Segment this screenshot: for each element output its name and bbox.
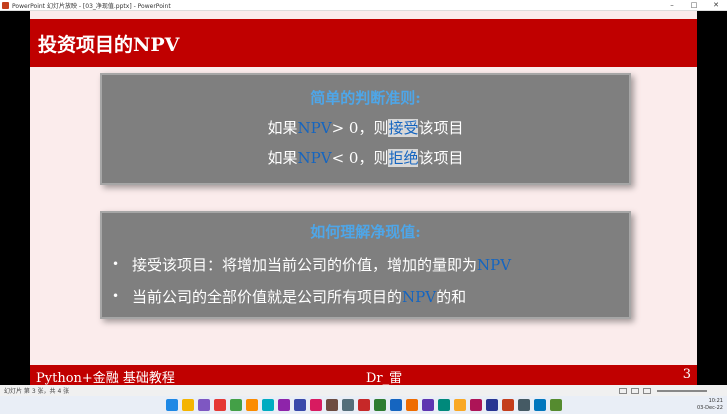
clock-date: 03-Dec-22	[696, 405, 723, 411]
taskbar-app-icon[interactable]	[341, 399, 354, 411]
rule-text: 如果	[267, 149, 298, 167]
slide-header-bar: 投资项目的NPV	[30, 19, 697, 67]
bullet-item: • 当前公司的全部价值就是公司所有项目的NPV的和	[112, 280, 629, 312]
npv-meaning-heading: 如何理解净现值:	[310, 223, 421, 241]
taskbar-app-icon[interactable]	[453, 399, 466, 411]
bullet-text-main: 当前公司的全部价值就是公司所有项目的	[132, 287, 403, 306]
bullet-text-main: 接受该项目：将增加当前公司的价值，增加的量即为	[132, 255, 478, 274]
taskbar-app-icon[interactable]	[165, 399, 178, 411]
slide-sorter-icon[interactable]	[631, 387, 639, 394]
slide-counter: 幻灯片 第 3 张，共 4 张	[4, 388, 70, 395]
bullet-icon: •	[112, 289, 120, 303]
bullet-text: 当前公司的全部价值就是公司所有项目的NPV的和	[132, 286, 466, 307]
reading-view-icon[interactable]	[643, 387, 651, 394]
taskbar-app-icon[interactable]	[549, 399, 562, 411]
footer-page-number: 3	[682, 367, 691, 382]
clock-time: 10:21	[708, 398, 723, 404]
letterbox-right	[697, 11, 727, 385]
taskbar-app-icon[interactable]	[437, 399, 450, 411]
taskbar-app-icon[interactable]	[405, 399, 418, 411]
windows-taskbar: 10:21 03-Dec-22	[0, 396, 727, 414]
bullet-text-tail: 的和	[436, 287, 467, 306]
letterbox-left	[0, 11, 30, 385]
decision-rule-box: 简单的判断准则: 如果NPV> 0，则接受该项目 如果NPV< 0，则拒绝该项目	[100, 73, 631, 185]
taskbar-app-icon[interactable]	[293, 399, 306, 411]
rule-text: 该项目	[418, 119, 464, 137]
accept-keyword: 接受	[388, 119, 419, 137]
footer-author: Dr_雷	[366, 371, 403, 385]
zoom-slider[interactable]	[657, 389, 707, 392]
window-title: PowerPoint 幻灯片放映 - [03_净现值.pptx] - Power…	[12, 2, 171, 10]
taskbar-app-icon[interactable]	[373, 399, 386, 411]
taskbar-app-icon[interactable]	[213, 399, 226, 411]
close-button[interactable]: ✕	[705, 0, 727, 11]
bullet-item: • 接受该项目：将增加当前公司的价值，增加的量即为NPV	[112, 248, 629, 280]
rule-text: 该项目	[418, 149, 464, 167]
taskbar-app-icon[interactable]	[245, 399, 258, 411]
decision-rule-heading: 简单的判断准则:	[310, 89, 421, 107]
status-bar: 幻灯片 第 3 张，共 4 张	[0, 385, 727, 396]
taskbar-app-icon[interactable]	[325, 399, 338, 411]
rule-reject-line: 如果NPV< 0，则拒绝该项目	[102, 147, 629, 168]
taskbar-app-icon[interactable]	[421, 399, 434, 411]
slide-title: 投资项目的NPV	[38, 33, 180, 56]
taskbar-app-icon[interactable]	[261, 399, 274, 411]
rule-text: < 0，则	[331, 149, 389, 167]
taskbar-app-icon[interactable]	[533, 399, 546, 411]
window-titlebar: PowerPoint 幻灯片放映 - [03_净现值.pptx] - Power…	[0, 0, 727, 11]
taskbar-app-icon[interactable]	[181, 399, 194, 411]
taskbar-icons	[165, 399, 562, 411]
taskbar-app-icon[interactable]	[469, 399, 482, 411]
reject-keyword: 拒绝	[388, 149, 419, 167]
taskbar-app-icon[interactable]	[501, 399, 514, 411]
slide[interactable]: 投资项目的NPV 简单的判断准则: 如果NPV> 0，则接受该项目 如果NPV<…	[30, 11, 697, 385]
taskbar-app-icon[interactable]	[229, 399, 242, 411]
npv-term: NPV	[297, 149, 332, 167]
maximize-button[interactable]: □	[683, 0, 705, 11]
footer-course-name: Python+金融 基础教程	[36, 371, 175, 385]
taskbar-app-icon[interactable]	[309, 399, 322, 411]
system-tray-clock[interactable]: 10:21 03-Dec-22	[697, 398, 723, 412]
taskbar-app-icon[interactable]	[485, 399, 498, 411]
minimize-button[interactable]: –	[661, 0, 683, 11]
powerpoint-icon	[2, 1, 9, 9]
bullet-icon: •	[112, 257, 120, 271]
npv-meaning-box: 如何理解净现值: • 接受该项目：将增加当前公司的价值，增加的量即为NPV • …	[100, 211, 631, 319]
taskbar-app-icon[interactable]	[277, 399, 290, 411]
npv-term: NPV	[402, 287, 437, 306]
view-buttons	[619, 387, 651, 394]
rule-text: > 0，则	[331, 119, 389, 137]
normal-view-icon[interactable]	[619, 387, 627, 394]
rule-accept-line: 如果NPV> 0，则接受该项目	[102, 117, 629, 138]
npv-term: NPV	[477, 255, 512, 274]
rule-text: 如果	[267, 119, 298, 137]
taskbar-app-icon[interactable]	[357, 399, 370, 411]
taskbar-app-icon[interactable]	[389, 399, 402, 411]
taskbar-app-icon[interactable]	[517, 399, 530, 411]
slide-footer: Python+金融 基础教程 Dr_雷 3	[30, 365, 697, 385]
bullet-list: • 接受该项目：将增加当前公司的价值，增加的量即为NPV • 当前公司的全部价值…	[102, 248, 629, 312]
npv-term: NPV	[297, 119, 332, 137]
bullet-text: 接受该项目：将增加当前公司的价值，增加的量即为NPV	[132, 254, 511, 275]
taskbar-app-icon[interactable]	[197, 399, 210, 411]
